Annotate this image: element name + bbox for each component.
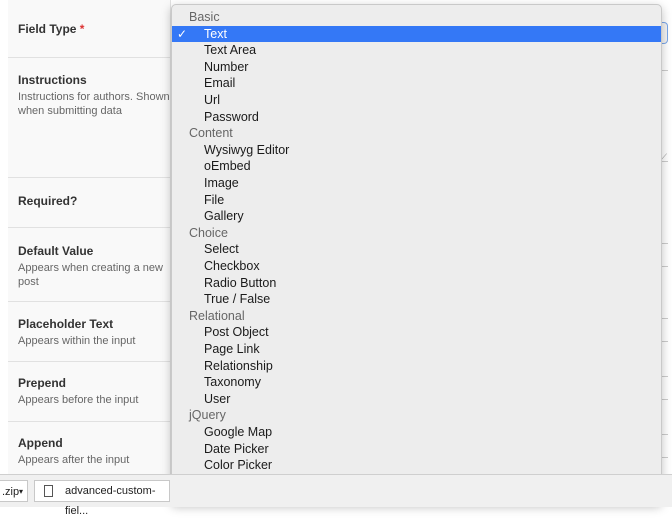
row-required: Required? xyxy=(8,178,170,228)
file-icon xyxy=(44,485,53,497)
dropdown-option[interactable]: oEmbed xyxy=(172,158,661,174)
download-item-acf[interactable]: advanced-custom-fiel... xyxy=(34,480,170,517)
option-group-label: Relational xyxy=(172,308,661,324)
dropdown-option[interactable]: Wysiwyg Editor xyxy=(172,142,661,158)
option-label: Post Object xyxy=(204,325,269,340)
checkmark-icon: ✓ xyxy=(177,26,188,41)
dropdown-option[interactable]: Number xyxy=(172,59,661,75)
option-label: Content xyxy=(189,126,233,141)
placeholder-label: Placeholder Text xyxy=(18,317,114,331)
dropdown-option[interactable]: Password xyxy=(172,109,661,125)
option-label: Radio Button xyxy=(204,275,277,290)
row-append: Append Appears after the input xyxy=(8,422,170,474)
option-group-label: Choice xyxy=(172,225,661,241)
option-label: Email xyxy=(204,76,236,91)
option-label: Text Area xyxy=(204,43,257,58)
field-type-label: Field Type * xyxy=(18,22,85,36)
option-label: jQuery xyxy=(189,408,226,423)
dropdown-option[interactable]: True / False xyxy=(172,291,661,307)
instructions-desc: Instructions for authors. Shown when sub… xyxy=(18,91,170,117)
option-label: Google Map xyxy=(204,425,273,439)
option-label: Select xyxy=(204,242,239,257)
dropdown-option[interactable]: Checkbox xyxy=(172,258,661,274)
option-label: Relationship xyxy=(204,358,273,373)
field-type-dropdown[interactable]: Basic ✓ Text Text Area Number Email Url Passwor… xyxy=(171,4,662,504)
option-label: Gallery xyxy=(204,209,244,224)
option-label: File xyxy=(204,192,225,207)
option-label: True / False xyxy=(204,292,271,307)
option-label: Wysiwyg Editor xyxy=(204,142,290,157)
option-label: Color Picker xyxy=(204,458,273,473)
field-settings-labels: Field Type * Instructions Instructions f… xyxy=(8,0,171,474)
row-field-type: Field Type * xyxy=(8,0,170,58)
option-group-label: Basic xyxy=(172,9,661,25)
option-label: Choice xyxy=(189,225,228,240)
prepend-label: Prepend xyxy=(18,376,67,390)
dropdown-option[interactable]: Page Link xyxy=(172,341,661,357)
dropdown-option[interactable]: ✓ Text xyxy=(172,25,661,42)
option-label: User xyxy=(204,391,231,406)
dropdown-option[interactable]: Date Picker xyxy=(172,441,661,457)
row-instructions: Instructions Instructions for authors. S… xyxy=(8,58,170,178)
dropdown-option[interactable]: Gallery xyxy=(172,208,661,224)
dropdown-option[interactable]: Post Object xyxy=(172,324,661,340)
download-item-acf-label: advanced-custom-fiel... xyxy=(65,485,156,517)
option-label: Relational xyxy=(189,308,245,323)
option-label: Password xyxy=(204,109,259,124)
option-label: Image xyxy=(204,176,239,190)
download-item-zip-label: .zip xyxy=(2,486,20,498)
default-value-desc: Appears when creating a new post xyxy=(18,262,163,288)
option-label: Text xyxy=(204,26,227,41)
dropdown-option[interactable]: Google Map xyxy=(172,424,661,440)
append-desc: Appears after the input xyxy=(18,454,130,466)
dropdown-option[interactable]: Select xyxy=(172,241,661,257)
placeholder-desc: Appears within the input xyxy=(18,335,136,347)
dropdown-option[interactable]: Color Picker xyxy=(172,457,661,473)
chevron-down-icon[interactable]: ▾ xyxy=(19,481,23,503)
dropdown-option[interactable]: Taxonomy xyxy=(172,374,661,390)
dropdown-option[interactable]: Email xyxy=(172,75,661,91)
dropdown-option[interactable]: Radio Button xyxy=(172,275,661,291)
instructions-label: Instructions xyxy=(18,73,87,87)
row-placeholder: Placeholder Text Appears within the inpu… xyxy=(8,302,170,362)
dropdown-option[interactable]: User xyxy=(172,391,661,407)
prepend-desc: Appears before the input xyxy=(18,394,139,406)
download-item-zip[interactable]: .zip ▾ xyxy=(0,480,28,502)
option-label: Checkbox xyxy=(204,259,260,273)
dropdown-option[interactable]: Text Area xyxy=(172,42,661,58)
download-bar: .zip ▾ advanced-custom-fiel... xyxy=(0,474,672,517)
dropdown-option[interactable]: File xyxy=(172,192,661,208)
option-group-label: jQuery xyxy=(172,407,661,423)
option-label: Number xyxy=(204,59,249,74)
dropdown-option[interactable]: Url xyxy=(172,92,661,108)
option-label: Basic xyxy=(189,10,220,24)
option-label: Url xyxy=(204,93,220,107)
default-value-label: Default Value xyxy=(18,244,94,258)
row-prepend: Prepend Appears before the input xyxy=(8,362,170,422)
required-asterisk: * xyxy=(79,22,85,36)
option-group-label: Content xyxy=(172,125,661,141)
option-label: Taxonomy xyxy=(204,375,261,390)
row-default-value: Default Value Appears when creating a ne… xyxy=(8,228,170,302)
option-label: Date Picker xyxy=(204,441,269,456)
dropdown-option[interactable]: Image xyxy=(172,175,661,191)
option-label: oEmbed xyxy=(204,159,251,174)
required-label: Required? xyxy=(18,194,78,208)
option-label: Page Link xyxy=(204,342,260,356)
dropdown-option[interactable]: Relationship xyxy=(172,358,661,374)
append-label: Append xyxy=(18,436,63,450)
